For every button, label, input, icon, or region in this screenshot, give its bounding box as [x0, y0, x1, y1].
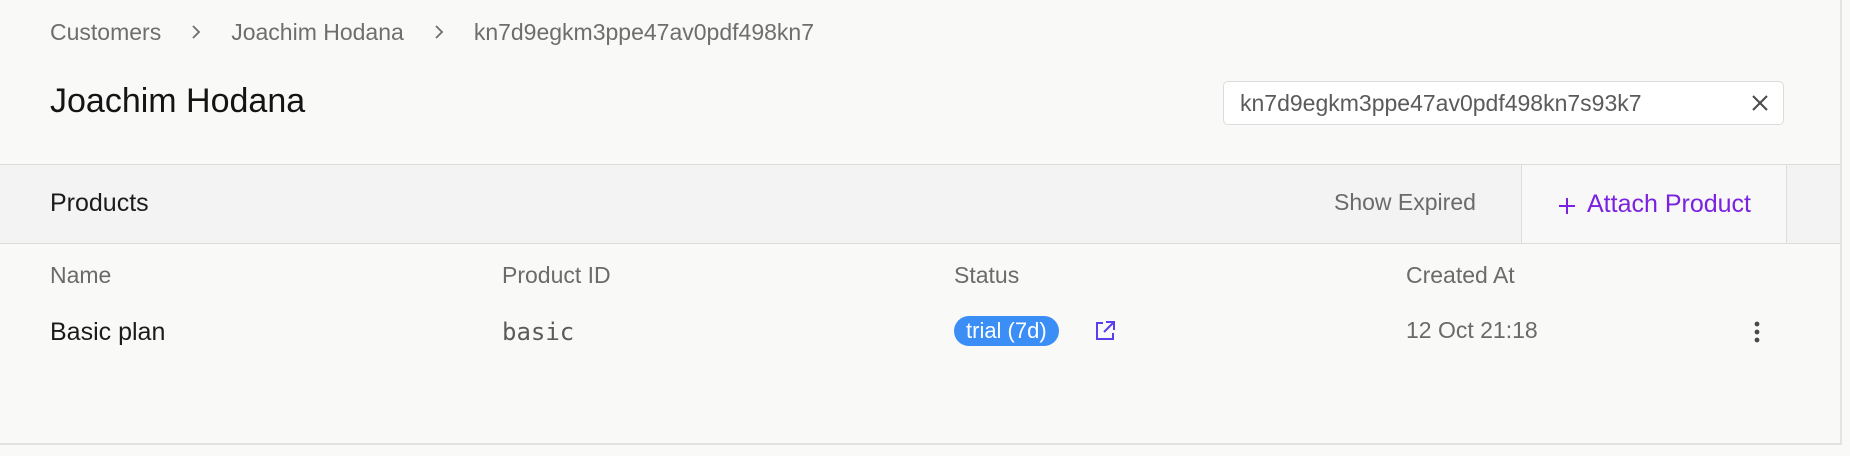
product-id: basic — [502, 318, 575, 346]
more-vertical-icon[interactable] — [1745, 318, 1769, 346]
customer-detail-page: Customers Joachim Hodana kn7d9egkm3ppe47… — [0, 0, 1850, 456]
breadcrumb-item-customer[interactable]: Joachim Hodana — [231, 19, 404, 46]
created-at: 12 Oct 21:18 — [1406, 317, 1538, 343]
show-expired-toggle[interactable]: Show Expired — [1334, 189, 1476, 216]
attach-product-button[interactable]: Attach Product — [1521, 165, 1787, 243]
products-header: Products Show Expired Attach Product — [0, 164, 1842, 244]
attach-product-label: Attach Product — [1587, 189, 1751, 218]
panel-right-border — [1840, 0, 1842, 444]
products-title: Products — [50, 189, 149, 217]
external-link-icon[interactable] — [1094, 320, 1116, 342]
breadcrumb-item-customers[interactable]: Customers — [50, 19, 161, 46]
status-badge: trial (7d) — [954, 316, 1059, 346]
search-field[interactable] — [1223, 81, 1784, 125]
breadcrumb-item-current: kn7d9egkm3ppe47av0pdf498kn7 — [473, 18, 814, 45]
chevron-right-icon — [404, 14, 474, 50]
column-header-status: Status — [954, 262, 1020, 288]
column-header-created-at: Created At — [1406, 262, 1515, 288]
product-name: Basic plan — [50, 318, 166, 346]
search-input[interactable] — [1240, 89, 1730, 117]
column-header-name: Name — [50, 262, 112, 288]
column-header-product-id: Product ID — [502, 262, 611, 288]
panel-bottom-border — [0, 443, 1842, 445]
page-title: Joachim Hodana — [50, 82, 306, 120]
breadcrumb: Customers Joachim Hodana kn7d9egkm3ppe47… — [50, 14, 814, 50]
chevron-right-icon — [161, 14, 231, 50]
close-icon[interactable] — [1749, 92, 1771, 114]
plus-icon — [1557, 194, 1577, 214]
